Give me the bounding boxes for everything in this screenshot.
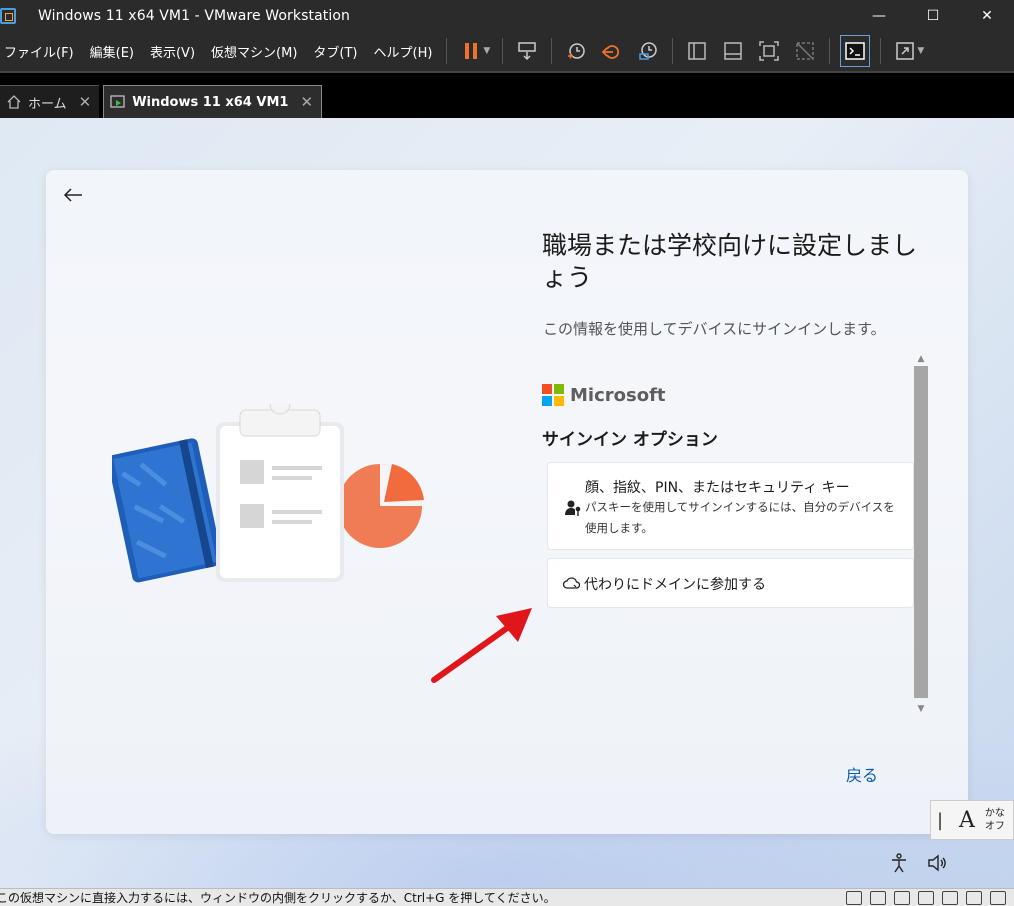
sound-icon[interactable]	[918, 891, 934, 905]
thumbnail-bar-icon[interactable]	[715, 30, 751, 72]
tab-vm-close-icon[interactable]: ✕	[300, 93, 313, 111]
device-status-icons	[846, 889, 1014, 906]
menu-tabs[interactable]: タブ(T)	[305, 30, 365, 72]
scroll-down-icon[interactable]: ▼	[913, 702, 929, 716]
display-icon[interactable]	[990, 891, 1006, 905]
minimize-button[interactable]: —	[852, 0, 906, 31]
person-key-icon	[564, 499, 582, 517]
tab-home[interactable]: ホーム ✕	[0, 85, 100, 118]
back-button[interactable]: 戻る	[846, 762, 878, 786]
menu-vm[interactable]: 仮想マシン(M)	[203, 30, 305, 72]
red-arrow-annotation	[431, 608, 532, 683]
pause-dropdown-icon[interactable]: ▼	[483, 46, 490, 56]
options-scrollbar[interactable]: ▲ ▼	[913, 352, 929, 716]
snapshot-take-icon[interactable]	[558, 30, 594, 72]
scrollbar-thumb[interactable]	[914, 366, 928, 698]
tab-bar: ホーム ✕ Windows 11 x64 VM1 ✕	[0, 75, 1014, 118]
console-view-icon[interactable]	[840, 35, 871, 67]
volume-icon[interactable]	[926, 852, 948, 874]
printer-icon[interactable]	[966, 891, 982, 905]
passkey-signin-option[interactable]: 顔、指紋、PIN、またはセキュリティ キー パスキーを使用してサインインするには…	[547, 462, 914, 550]
cd-dvd-icon[interactable]	[870, 891, 886, 905]
ime-grip-icon: |	[936, 809, 944, 831]
page-title: 職場または学校向けに設定しましょう	[542, 231, 918, 292]
snapshot-revert-icon[interactable]	[594, 30, 630, 72]
hard-disk-icon[interactable]	[846, 891, 862, 905]
microsoft-logo: Microsoft	[542, 384, 666, 406]
stretch-dropdown-icon[interactable]: ▼	[917, 46, 924, 56]
ime-mode-letter: A	[959, 807, 975, 833]
tab-vm-label: Windows 11 x64 VM1	[132, 94, 289, 110]
ime-kana-line2: オフ	[984, 821, 1005, 832]
ime-mode-indicator[interactable]: | A かな オフ	[930, 800, 1014, 840]
back-arrow-icon[interactable]	[62, 184, 84, 206]
toolbar-divider	[502, 38, 504, 64]
toolbar-divider	[672, 38, 674, 64]
tab-home-label: ホーム	[28, 96, 67, 112]
fullscreen-icon[interactable]	[751, 30, 787, 72]
accessibility-icon[interactable]	[888, 852, 910, 874]
cloud-icon	[562, 574, 581, 592]
passkey-option-title: 顔、指紋、PIN、またはセキュリティ キー	[585, 480, 850, 496]
ime-kana-line1: かな	[984, 808, 1005, 819]
tab-home-close-icon[interactable]: ✕	[79, 93, 92, 111]
network-icon[interactable]	[894, 891, 910, 905]
signin-options-panel: Microsoft サインイン オプション 顔、指紋、PIN、またはセキュリティ…	[542, 352, 930, 720]
page-subtitle: この情報を使用してデバイスにサインインします。	[543, 320, 886, 338]
ime-kana-status: かな オフ	[985, 807, 1005, 833]
maximize-button[interactable]: ☐	[906, 0, 960, 31]
menu-bar: ファイル(F) 編集(E) 表示(V) 仮想マシン(M) タブ(T) ヘルプ(H…	[0, 31, 1014, 73]
send-ctrl-alt-del-icon[interactable]	[509, 30, 545, 72]
show-library-icon[interactable]	[679, 30, 715, 72]
passkey-option-description: パスキーを使用してサインインするには、自分のデバイスを使用します。	[585, 500, 895, 535]
oobe-system-icons	[888, 852, 964, 874]
microsoft-wordmark: Microsoft	[570, 384, 666, 406]
oobe-dialog: 職場または学校向けに設定しましょう この情報を使用してデバイスにサインインします…	[46, 170, 968, 834]
unity-mode-icon[interactable]	[787, 30, 823, 72]
scrollbar-track[interactable]	[913, 366, 929, 702]
menu-file[interactable]: ファイル(F)	[0, 30, 82, 72]
domain-join-option[interactable]: 代わりにドメインに参加する	[547, 558, 914, 608]
toolbar-divider	[551, 38, 553, 64]
home-icon	[6, 94, 22, 110]
toolbar-divider	[446, 38, 448, 64]
vm-running-icon	[110, 94, 126, 110]
status-message: この仮想マシンに直接入力するには、ウィンドウの内側をクリックするか、Ctrl+G…	[0, 891, 556, 905]
usb-icon[interactable]	[942, 891, 958, 905]
close-button[interactable]: ✕	[960, 0, 1014, 31]
microsoft-logo-icon	[542, 384, 564, 406]
domain-join-option-title: 代わりにドメインに参加する	[584, 577, 766, 593]
window-controls: — ☐ ✕	[852, 0, 1014, 31]
vm-console[interactable]: 職場または学校向けに設定しましょう この情報を使用してデバイスにサインインします…	[0, 118, 1014, 888]
tab-vm[interactable]: Windows 11 x64 VM1 ✕	[103, 85, 323, 118]
vmware-app-icon[interactable]	[0, 7, 16, 24]
window-title: Windows 11 x64 VM1 - VMware Workstation	[38, 7, 351, 24]
title-bar: Windows 11 x64 VM1 - VMware Workstation …	[0, 0, 1014, 31]
toolbar-divider	[829, 38, 831, 64]
status-bar: この仮想マシンに直接入力するには、ウィンドウの内側をクリックするか、Ctrl+G…	[0, 888, 1014, 906]
snapshot-manager-icon[interactable]	[630, 30, 666, 72]
toolbar-divider	[880, 38, 882, 64]
menu-help[interactable]: ヘルプ(H)	[366, 30, 441, 72]
menu-view[interactable]: 表示(V)	[142, 30, 203, 72]
scroll-up-icon[interactable]: ▲	[913, 352, 929, 366]
signin-options-heading: サインイン オプション	[542, 430, 718, 450]
menu-edit[interactable]: 編集(E)	[82, 30, 142, 72]
notebook-clipboard-illustration	[112, 404, 424, 583]
